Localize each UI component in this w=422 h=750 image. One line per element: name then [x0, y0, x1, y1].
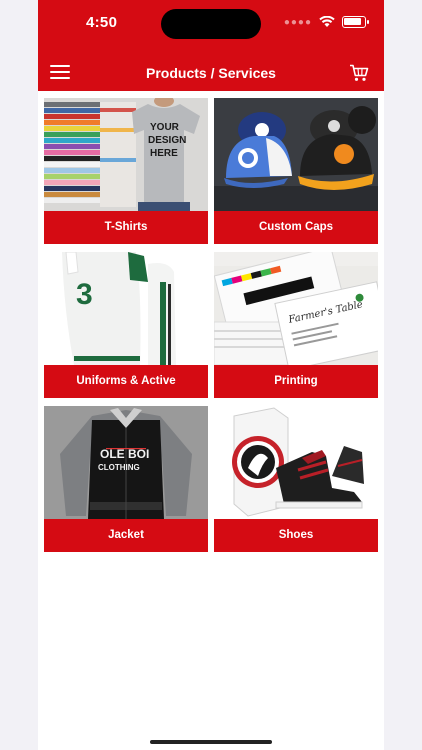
product-card-tshirts[interactable]: YOUR DESIGN HERE T-Shirts [44, 98, 208, 244]
shirt-text-line-3: HERE [150, 148, 178, 159]
product-card-uniforms[interactable]: 3 Uniforms & Active [44, 252, 208, 398]
cart-icon[interactable] [349, 64, 369, 82]
product-label: Custom Caps [214, 211, 378, 244]
printing-image: Farmer's Table [214, 252, 378, 365]
product-card-jacket[interactable]: OLE BOI CLOTHING Jacket [44, 406, 208, 552]
shoes-image [214, 406, 378, 519]
uniforms-image: 3 [44, 252, 208, 365]
page-title: Products / Services [146, 65, 276, 81]
shirt-text-line-2: DESIGN [148, 135, 186, 146]
product-card-shoes[interactable]: Shoes [214, 406, 378, 552]
product-label: Shoes [214, 519, 378, 552]
home-indicator[interactable] [150, 740, 272, 744]
product-label: Printing [214, 365, 378, 398]
dynamic-island [161, 9, 261, 39]
wifi-icon [319, 16, 335, 27]
product-grid: YOUR DESIGN HERE T-Shirts Custom Caps 3 … [44, 98, 378, 552]
product-label: Uniforms & Active [44, 365, 208, 398]
product-label: Jacket [44, 519, 208, 552]
jacket-text-line-2: CLOTHING [98, 463, 140, 472]
product-card-custom-caps[interactable]: Custom Caps [214, 98, 378, 244]
top-bar: 4:50 ●●●● Products / Services [38, 0, 384, 91]
app-screen: 4:50 ●●●● Products / Services YOUR DESIG… [38, 0, 384, 750]
signal-icon: ●●●● [283, 16, 312, 28]
shirt-text-line-1: YOUR [150, 122, 180, 133]
jersey-number: 3 [76, 278, 93, 311]
status-time: 4:50 [86, 14, 118, 31]
caps-image [214, 98, 378, 211]
product-card-printing[interactable]: Farmer's Table Printing [214, 252, 378, 398]
battery-icon [342, 16, 369, 28]
tshirts-image: YOUR DESIGN HERE [44, 98, 208, 211]
product-label: T-Shirts [44, 211, 208, 244]
status-icons: ●●●● [283, 16, 369, 28]
jacket-image: OLE BOI CLOTHING [44, 406, 208, 519]
